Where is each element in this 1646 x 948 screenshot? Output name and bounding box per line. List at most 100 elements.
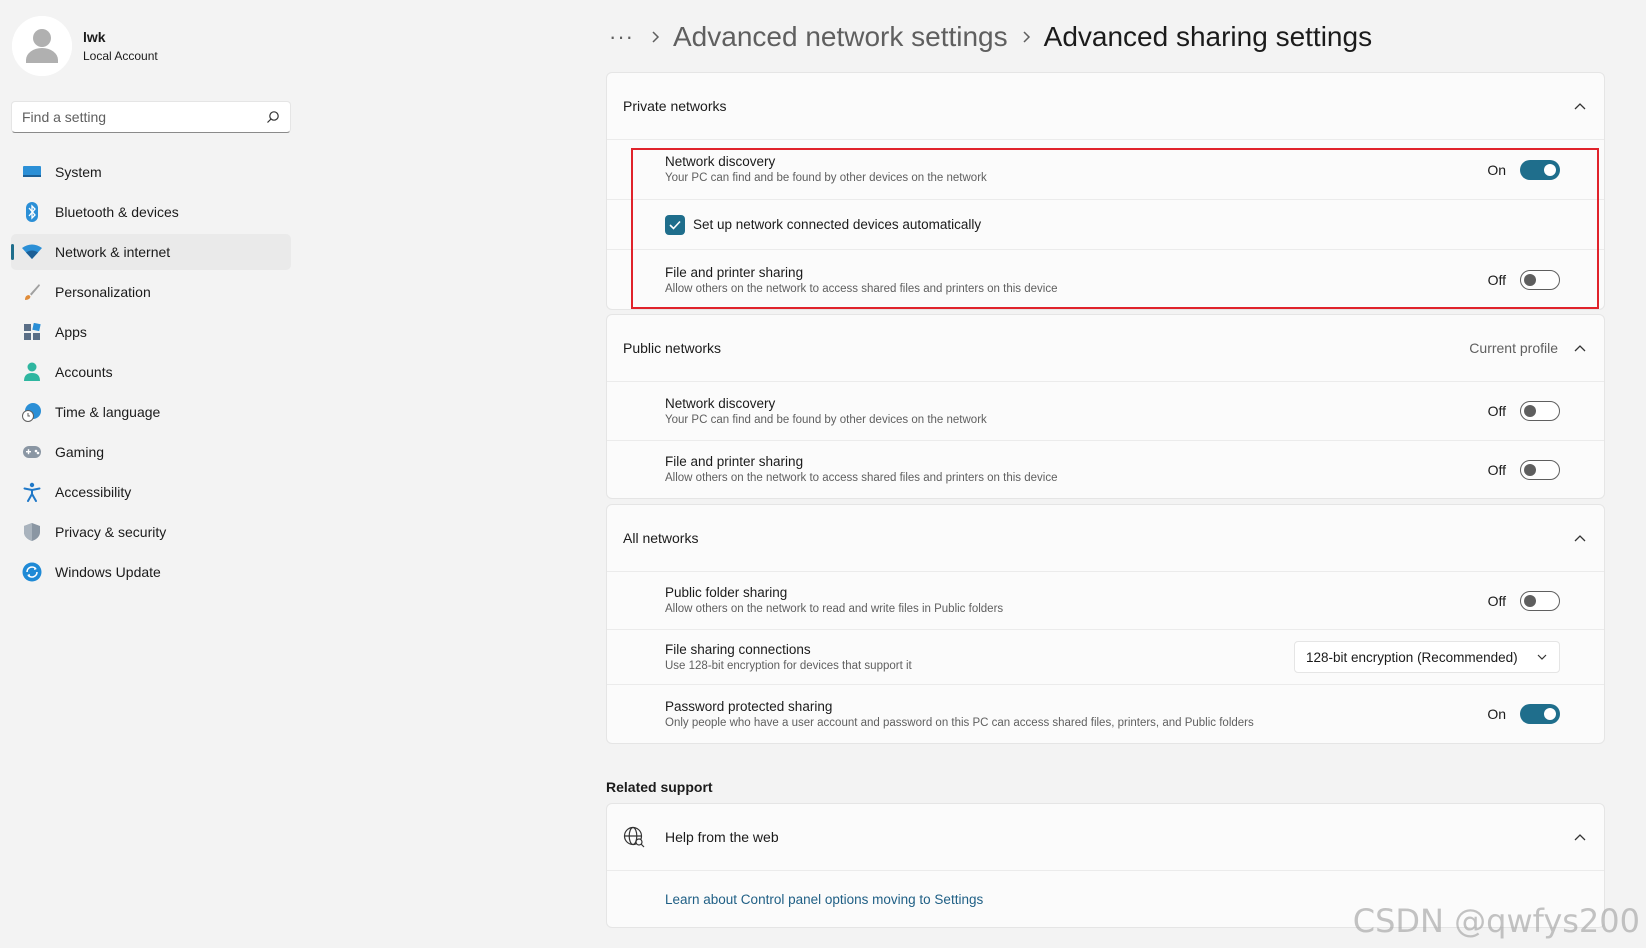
current-profile-badge: Current profile xyxy=(1469,340,1558,356)
all-networks-header[interactable]: All networks xyxy=(607,505,1604,572)
public-networks-card: Public networks Current profile Network … xyxy=(606,314,1605,499)
section-title: All networks xyxy=(623,530,699,546)
user-name: lwk xyxy=(83,29,106,45)
all-networks-card: All networks Public folder sharing Allow… xyxy=(606,504,1605,744)
person-icon xyxy=(21,361,43,383)
nav-item-accessibility[interactable]: Accessibility xyxy=(11,474,291,510)
help-title: Help from the web xyxy=(665,829,779,845)
nav-label: Apps xyxy=(55,324,87,340)
private-file-printer-row: File and printer sharing Allow others on… xyxy=(607,250,1604,310)
toggle-state-label: Off xyxy=(1487,272,1506,288)
password-protected-sharing-row: Password protected sharing Only people w… xyxy=(607,685,1604,743)
chevron-up-icon[interactable] xyxy=(1572,530,1588,546)
setting-description: Use 128-bit encryption for devices that … xyxy=(665,659,912,672)
setting-description: Only people who have a user account and … xyxy=(665,716,1254,729)
setting-description: Allow others on the network to access sh… xyxy=(665,282,1058,295)
nav-label: Gaming xyxy=(55,444,105,460)
encryption-dropdown[interactable]: 128-bit encryption (Recommended) xyxy=(1294,641,1560,673)
nav-item-bluetooth[interactable]: Bluetooth & devices xyxy=(11,194,291,230)
nav-item-time-language[interactable]: Time & language xyxy=(11,394,291,430)
watermark: CSDN @qwfys200 xyxy=(1352,902,1640,940)
auto-setup-checkbox[interactable] xyxy=(665,214,685,235)
user-avatar-icon xyxy=(12,16,72,76)
nav-item-accounts[interactable]: Accounts xyxy=(11,354,291,390)
chevron-up-icon[interactable] xyxy=(1572,98,1588,114)
setting-title: File and printer sharing xyxy=(665,264,804,280)
breadcrumb: ··· Advanced network settings Advanced s… xyxy=(609,17,1372,57)
setting-title: Network discovery xyxy=(665,395,776,411)
chevron-right-icon xyxy=(1008,31,1044,43)
public-networks-header[interactable]: Public networks Current profile xyxy=(607,315,1604,382)
private-network-discovery-toggle[interactable] xyxy=(1520,159,1560,180)
search-input[interactable] xyxy=(22,109,266,125)
page-title: Advanced sharing settings xyxy=(1043,21,1373,52)
chevron-up-icon[interactable] xyxy=(1572,829,1588,845)
breadcrumb-more-button[interactable]: ··· xyxy=(609,24,637,50)
accessibility-icon xyxy=(21,481,43,503)
auto-setup-row: Set up network connected devices automat… xyxy=(607,200,1604,250)
setting-title: Network discovery xyxy=(665,154,776,169)
help-from-web-header[interactable]: Help from the web xyxy=(607,804,1604,871)
private-network-discovery-row: Network discovery Your PC can find and b… xyxy=(607,140,1604,200)
public-network-discovery-row: Network discovery Your PC can find and b… xyxy=(607,382,1604,441)
nav-label: Time & language xyxy=(55,404,161,420)
file-sharing-connections-row: File sharing connections Use 128-bit enc… xyxy=(607,630,1604,685)
control-panel-help-link[interactable]: Learn about Control panel options moving… xyxy=(665,892,983,907)
shield-icon xyxy=(21,521,43,543)
avatar xyxy=(12,16,72,76)
public-network-discovery-toggle[interactable] xyxy=(1520,401,1560,421)
update-icon xyxy=(21,561,43,583)
clock-globe-icon xyxy=(21,401,43,423)
nav-item-gaming[interactable]: Gaming xyxy=(11,434,291,470)
brush-icon xyxy=(21,281,43,303)
account-type: Local Account xyxy=(83,49,158,63)
setting-title: File sharing connections xyxy=(665,641,811,657)
nav-item-windows-update[interactable]: Windows Update xyxy=(11,554,291,590)
chevron-right-icon xyxy=(637,31,673,43)
section-title: Public networks xyxy=(623,340,722,356)
nav-list: System Bluetooth & devices Network & int… xyxy=(11,154,291,594)
toggle-state-label: On xyxy=(1487,161,1506,178)
user-profile[interactable]: lwk Local Account xyxy=(12,16,158,76)
search-box[interactable] xyxy=(11,101,291,133)
public-folder-sharing-row: Public folder sharing Allow others on th… xyxy=(607,572,1604,630)
gamepad-icon xyxy=(21,441,43,463)
chevron-up-icon[interactable] xyxy=(1572,340,1588,356)
public-file-printer-row: File and printer sharing Allow others on… xyxy=(607,441,1604,498)
nav-label: Windows Update xyxy=(55,564,161,580)
nav-item-system[interactable]: System xyxy=(11,154,291,190)
globe-icon xyxy=(623,826,665,848)
checkbox-label: Set up network connected devices automat… xyxy=(693,217,982,232)
setting-description: Your PC can find and be found by other d… xyxy=(665,172,987,184)
related-support-heading: Related support xyxy=(606,779,713,795)
search-icon[interactable] xyxy=(266,110,280,124)
private-file-printer-toggle[interactable] xyxy=(1520,270,1560,290)
chevron-down-icon xyxy=(1537,654,1547,660)
setting-description: Your PC can find and be found by other d… xyxy=(665,413,987,426)
private-networks-header[interactable]: Private networks xyxy=(607,73,1604,140)
checkmark-icon xyxy=(669,220,681,230)
nav-label: System xyxy=(55,164,102,180)
nav-item-network[interactable]: Network & internet xyxy=(11,234,291,270)
setting-description: Allow others on the network to read and … xyxy=(665,603,1004,615)
nav-label: Accounts xyxy=(55,364,113,380)
nav-item-personalization[interactable]: Personalization xyxy=(11,274,291,310)
breadcrumb-parent-link[interactable]: Advanced network settings xyxy=(673,21,1008,53)
setting-description: Allow others on the network to access sh… xyxy=(665,472,1058,484)
public-folder-sharing-toggle[interactable] xyxy=(1520,590,1560,611)
toggle-state-label: On xyxy=(1487,706,1506,722)
toggle-state-label: Off xyxy=(1487,461,1506,478)
nav-label: Bluetooth & devices xyxy=(55,204,179,220)
setting-title: Password protected sharing xyxy=(665,698,833,714)
nav-label: Network & internet xyxy=(55,244,171,260)
public-file-printer-toggle[interactable] xyxy=(1520,459,1560,480)
toggle-state-label: Off xyxy=(1487,403,1506,419)
nav-label: Accessibility xyxy=(55,484,132,500)
setting-title: Public folder sharing xyxy=(665,585,788,600)
section-title: Private networks xyxy=(623,98,727,114)
nav-item-privacy-security[interactable]: Privacy & security xyxy=(11,514,291,550)
nav-label: Privacy & security xyxy=(55,524,167,540)
private-networks-card: Private networks Network discovery Your … xyxy=(606,72,1605,310)
password-protected-sharing-toggle[interactable] xyxy=(1520,704,1560,724)
nav-item-apps[interactable]: Apps xyxy=(11,314,291,350)
